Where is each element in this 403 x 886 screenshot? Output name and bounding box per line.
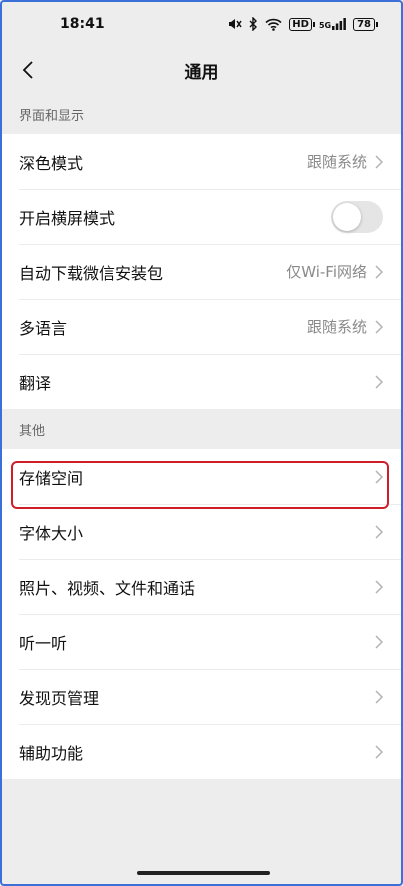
chevron-right-icon: [375, 634, 383, 649]
wifi-icon: [265, 18, 282, 31]
home-indicator: [137, 871, 270, 875]
chevron-right-icon: [375, 689, 383, 704]
mute-icon: [229, 19, 242, 29]
status-icons: HD 5G 78: [226, 17, 378, 31]
row-label: 辅助功能: [19, 743, 84, 763]
cell-signal-icon: 5G: [319, 18, 346, 30]
bluetooth-icon: [249, 17, 258, 31]
row-language[interactable]: 多语言 跟随系统: [2, 299, 401, 354]
row-font-size[interactable]: 字体大小: [2, 504, 401, 559]
chevron-right-icon: [375, 579, 383, 594]
page-title: 通用: [184, 62, 219, 83]
row-label: 字体大小: [19, 523, 84, 543]
row-label: 深色模式: [19, 153, 84, 173]
phone-frame: 18:41 HD 5G 78 通用 界面和显示 深色模式 跟随系统 开启横屏模式…: [0, 0, 403, 886]
landscape-toggle[interactable]: [331, 200, 383, 233]
row-translate[interactable]: 翻译: [2, 354, 401, 409]
row-label: 听一听: [19, 633, 68, 653]
chevron-right-icon: [375, 524, 383, 539]
nav-bar: 通用: [2, 46, 401, 94]
row-media-files-calls[interactable]: 照片、视频、文件和通话: [2, 559, 401, 614]
row-dark-mode[interactable]: 深色模式 跟随系统: [2, 134, 401, 189]
settings-group-display: 深色模式 跟随系统 开启横屏模式 自动下载微信安装包 仅Wi-Fi网络 多语言 …: [2, 134, 401, 409]
row-storage[interactable]: 存储空间: [2, 449, 401, 504]
row-discover-management[interactable]: 发现页管理: [2, 669, 401, 724]
row-label: 发现页管理: [19, 688, 100, 708]
row-listen[interactable]: 听一听: [2, 614, 401, 669]
back-button[interactable]: [14, 56, 42, 84]
row-label: 开启横屏模式: [19, 208, 116, 228]
chevron-right-icon: [375, 154, 383, 169]
section-header-display: 界面和显示: [19, 108, 85, 124]
chevron-left-icon: [22, 61, 33, 79]
row-value: 仅Wi-Fi网络: [286, 263, 367, 281]
row-label: 翻译: [19, 373, 52, 393]
status-time: 18:41: [60, 16, 105, 32]
chevron-right-icon: [375, 469, 383, 484]
row-value: 跟随系统: [306, 153, 367, 171]
section-header-other: 其他: [19, 423, 46, 439]
row-label: 多语言: [19, 318, 68, 338]
row-label: 自动下载微信安装包: [19, 263, 164, 283]
signal-type-label: 5G: [318, 21, 332, 30]
status-bar: 18:41 HD 5G 78: [2, 2, 401, 46]
settings-group-other: 存储空间 字体大小 照片、视频、文件和通话 听一听 发现页管理 辅助功能: [2, 449, 401, 779]
chevron-right-icon: [375, 374, 383, 389]
chevron-right-icon: [375, 744, 383, 759]
row-label: 照片、视频、文件和通话: [19, 578, 196, 598]
chevron-right-icon: [375, 264, 383, 279]
chevron-right-icon: [375, 319, 383, 334]
row-auto-download[interactable]: 自动下载微信安装包 仅Wi-Fi网络: [2, 244, 401, 299]
row-landscape-mode: 开启横屏模式: [2, 189, 401, 244]
row-value: 跟随系统: [306, 318, 367, 336]
battery-icon: 78: [353, 17, 378, 31]
toggle-knob: [333, 202, 361, 231]
row-accessibility[interactable]: 辅助功能: [2, 724, 401, 779]
row-label: 存储空间: [19, 468, 84, 488]
hd-icon: HD: [289, 17, 315, 31]
